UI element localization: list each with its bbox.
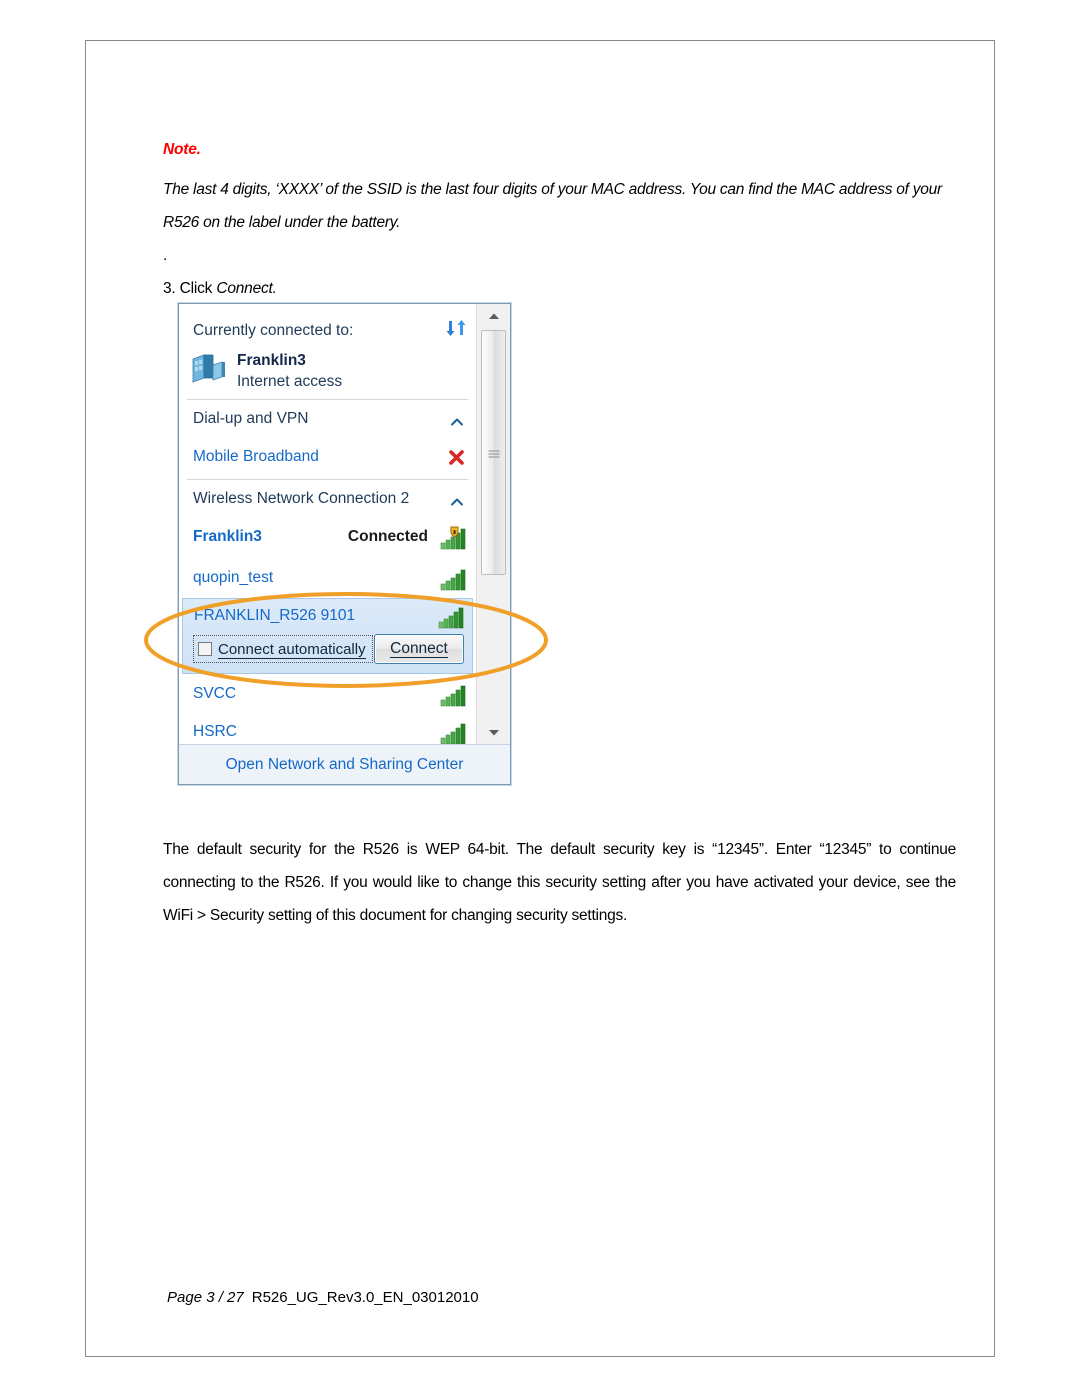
currently-connected-section: Currently connected to: Franklin3 Intern… xyxy=(179,304,476,400)
step-number: 3. Click xyxy=(163,280,217,297)
currently-connected-title: Currently connected to: xyxy=(193,322,354,339)
chevron-up-icon[interactable] xyxy=(450,494,464,506)
connect-automatically-checkbox[interactable] xyxy=(198,642,212,656)
network-entry-svcc[interactable]: SVCC xyxy=(179,676,476,714)
connect-button-label: Connect xyxy=(390,640,448,658)
scrollbar-thumb[interactable] xyxy=(481,330,506,575)
signal-icon xyxy=(440,567,466,591)
signal-icon xyxy=(440,683,466,707)
connect-automatically-checkbox-group[interactable]: Connect automatically xyxy=(193,635,373,663)
network-entry-mobile-broadband[interactable]: Mobile Broadband xyxy=(179,439,476,477)
active-connection-status: Internet access xyxy=(237,373,343,390)
security-paragraph: The default security for the R526 is WEP… xyxy=(163,841,956,924)
network-name: FRANKLIN_R526 9101 xyxy=(194,607,356,624)
group-header-dialup-vpn[interactable]: Dial-up and VPN xyxy=(179,401,476,439)
step-emphasis: Connect. xyxy=(216,280,277,297)
note-body: The last 4 digits, ‘XXXX’ of the SSID is… xyxy=(163,181,942,231)
refresh-icon[interactable] xyxy=(446,319,466,337)
windows-network-flyout: Currently connected to: Franklin3 Intern… xyxy=(178,303,511,785)
network-entry-franklin-r526-selected[interactable]: FRANKLIN_R526 9101 Connect automatically… xyxy=(182,598,473,674)
page-footer: Page 3 / 27 R526_UG_Rev3.0_EN_03012010 xyxy=(167,1289,479,1306)
chevron-up-icon[interactable] xyxy=(450,414,464,426)
computer-network-icon xyxy=(191,353,227,383)
group-header-wireless-network-connection-2[interactable]: Wireless Network Connection 2 xyxy=(179,481,476,519)
footer-filename: R526_UG_Rev3.0_EN_03012010 xyxy=(251,1289,479,1306)
note-label: Note. xyxy=(163,141,201,158)
scrollbar-grip-icon xyxy=(488,448,499,457)
secured-signal-icon xyxy=(440,526,466,550)
network-name: HSRC xyxy=(193,723,237,740)
network-state: Connected xyxy=(347,528,428,545)
footer-page-number: Page 3 / 27 xyxy=(167,1289,244,1306)
document-text-block: Note. The last 4 digits, ‘XXXX’ of the S… xyxy=(163,141,953,305)
red-x-icon xyxy=(448,449,465,466)
divider xyxy=(187,399,468,400)
divider xyxy=(187,479,468,480)
network-entry-franklin3[interactable]: Franklin3 Connected xyxy=(179,519,476,557)
active-connection-name: Franklin3 xyxy=(237,352,306,369)
open-network-sharing-center-bar[interactable]: Open Network and Sharing Center xyxy=(179,744,510,784)
step-3-instruction: 3. Click Connect. xyxy=(163,272,953,305)
scroll-up-arrow-icon[interactable] xyxy=(477,304,510,328)
open-network-sharing-center-link[interactable]: Open Network and Sharing Center xyxy=(226,756,464,774)
group-label: Dial-up and VPN xyxy=(193,410,309,427)
network-name: quopin_test xyxy=(193,569,274,586)
connect-button[interactable]: Connect xyxy=(374,634,464,664)
network-entry-hsrc[interactable]: HSRC xyxy=(179,714,476,745)
network-name: Mobile Broadband xyxy=(193,448,319,465)
network-name: Franklin3 xyxy=(193,528,262,545)
stray-dot-line: . xyxy=(163,247,168,264)
scroll-down-arrow-icon[interactable] xyxy=(477,721,510,745)
network-name: SVCC xyxy=(193,685,237,702)
network-list-viewport: Currently connected to: Franklin3 Intern… xyxy=(179,304,476,745)
network-entry-quopin-test[interactable]: quopin_test xyxy=(179,560,476,598)
group-label: Wireless Network Connection 2 xyxy=(193,490,410,507)
network-list-scrollbar[interactable] xyxy=(476,304,510,745)
signal-icon xyxy=(440,721,466,745)
connect-automatically-label: Connect automatically xyxy=(218,640,366,659)
signal-icon xyxy=(438,605,464,629)
